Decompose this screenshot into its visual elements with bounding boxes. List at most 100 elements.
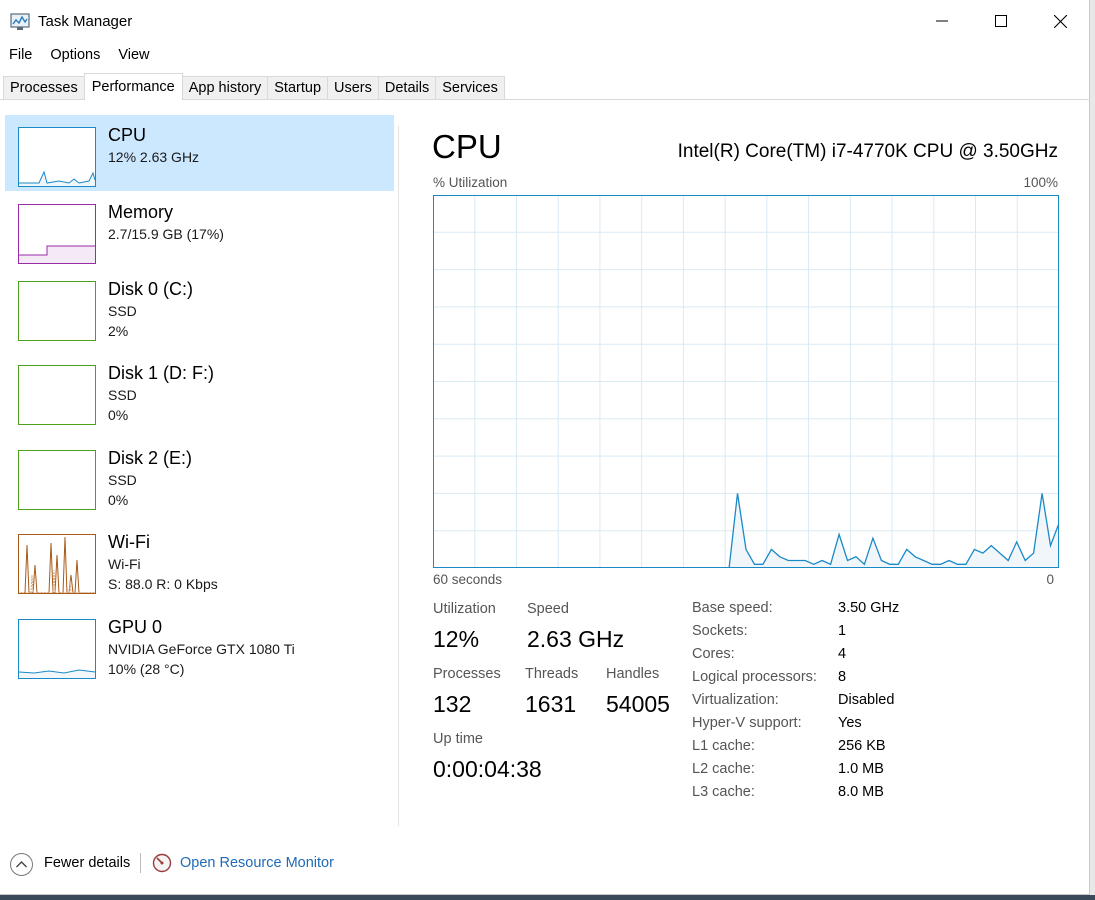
maximize-icon: [995, 15, 1007, 27]
sidebar-item-detail: 2%: [108, 323, 129, 339]
spec-row-l1-cache: L1 cache: 256 KB: [692, 738, 992, 761]
sidebar-item-type: NVIDIA GeForce GTX 1080 Ti: [108, 641, 295, 657]
sidebar-item-type: SSD: [108, 472, 137, 488]
menu-view[interactable]: View: [109, 44, 158, 66]
spec-row-logical-processors: Logical processors: 8: [692, 669, 992, 692]
sidebar-item-detail: 0%: [108, 407, 129, 423]
spec-key: Hyper-V support:: [692, 715, 802, 731]
page-title: CPU: [432, 128, 502, 165]
sidebar-item-memory[interactable]: Memory 2.7/15.9 GB (17%): [5, 192, 394, 268]
tab-services[interactable]: Services: [435, 76, 505, 100]
spec-key: Sockets:: [692, 623, 748, 639]
spec-row-cores: Cores: 4: [692, 646, 992, 669]
menu-file[interactable]: File: [0, 44, 41, 66]
threads-label: Threads: [525, 666, 579, 682]
spec-key: Virtualization:: [692, 692, 779, 708]
spec-row-sockets: Sockets: 1: [692, 623, 992, 646]
threads-value: 1631: [525, 691, 577, 717]
spec-value: 256 KB: [838, 738, 886, 754]
spec-key: L3 cache:: [692, 784, 755, 800]
sidebar-item-label: GPU 0: [108, 617, 163, 637]
gpu-thumbnail-graph: [18, 619, 96, 679]
memory-mini-graph: [19, 245, 95, 263]
spec-row-l3-cache: L3 cache: 8.0 MB: [692, 784, 992, 807]
minimize-button[interactable]: [913, 0, 971, 42]
uptime-value: 0:00:04:38: [433, 756, 542, 782]
spec-value: 8: [838, 669, 847, 685]
sidebar-item-type: SSD: [108, 303, 137, 319]
sidebar-item-detail: S: 88.0 R: 0 Kbps: [108, 576, 218, 592]
gpu-mini-graph: [19, 669, 95, 678]
menu-options[interactable]: Options: [41, 44, 109, 66]
desktop-edge-right: [1090, 0, 1095, 900]
sidebar-divider: [398, 126, 399, 826]
spec-row-hyper-v: Hyper-V support: Yes: [692, 715, 992, 738]
resource-sidebar: CPU 12% 2.63 GHz Memory 2.7/15.9 GB (17%…: [0, 100, 400, 830]
sidebar-item-detail: 12% 2.63 GHz: [108, 149, 200, 165]
disk-2-thumbnail-graph: [18, 450, 96, 510]
close-icon: [1053, 14, 1067, 28]
tab-performance[interactable]: Performance: [83, 73, 183, 100]
minimize-icon: [936, 20, 948, 22]
window-title: Task Manager: [38, 13, 133, 30]
sidebar-item-disk-0[interactable]: Disk 0 (C:) SSD 2%: [5, 269, 394, 345]
fewer-details-link[interactable]: Fewer details: [44, 855, 130, 871]
spec-key: Base speed:: [692, 600, 773, 616]
tab-processes[interactable]: Processes: [3, 76, 85, 100]
cpu-thumbnail-graph: [18, 127, 96, 187]
footer-bar: Fewer details Open Resource Monitor: [0, 840, 1090, 890]
graph-y-axis-label: % Utilization: [433, 175, 508, 190]
task-manager-window: Task Manager File Options View Processes…: [0, 0, 1090, 895]
uptime-label: Up time: [433, 731, 483, 747]
sidebar-item-gpu-0[interactable]: GPU 0 NVIDIA GeForce GTX 1080 Ti 10% (28…: [5, 607, 394, 683]
spec-key: L2 cache:: [692, 761, 755, 777]
processes-value: 132: [433, 691, 472, 717]
graph-y-max-label: 100%: [1023, 175, 1058, 190]
spec-key: L1 cache:: [692, 738, 755, 754]
sidebar-item-wifi[interactable]: Wi-Fi Wi-Fi S: 88.0 R: 0 Kbps: [5, 522, 394, 598]
sidebar-item-detail: 0%: [108, 492, 129, 508]
wifi-mini-graph: [19, 536, 95, 593]
sidebar-item-label: Disk 1 (D: F:): [108, 363, 214, 383]
disk-0-thumbnail-graph: [18, 281, 96, 341]
collapse-chevron-icon[interactable]: [9, 852, 34, 877]
memory-thumbnail-graph: [18, 204, 96, 264]
sidebar-item-cpu[interactable]: CPU 12% 2.63 GHz: [5, 115, 394, 191]
close-button[interactable]: [1031, 0, 1089, 42]
resource-monitor-icon: [152, 853, 172, 873]
sidebar-item-detail: 10% (28 °C): [108, 661, 185, 677]
footer-separator: [140, 853, 141, 873]
spec-value: 3.50 GHz: [838, 600, 900, 616]
spec-value: Disabled: [838, 692, 895, 708]
handles-label: Handles: [606, 666, 660, 682]
speed-value: 2.63 GHz: [527, 626, 625, 652]
spec-value: 8.0 MB: [838, 784, 884, 800]
graph-x-axis-left-label: 60 seconds: [433, 572, 503, 587]
sidebar-item-detail: 2.7/15.9 GB (17%): [108, 226, 224, 242]
utilization-value: 12%: [433, 626, 480, 652]
task-manager-app-icon: [10, 13, 30, 30]
sidebar-item-label: Disk 0 (C:): [108, 279, 193, 299]
spec-value: 4: [838, 646, 847, 662]
tab-startup[interactable]: Startup: [267, 76, 329, 100]
sidebar-item-disk-1[interactable]: Disk 1 (D: F:) SSD 0%: [5, 353, 394, 429]
wifi-thumbnail-graph: [18, 534, 96, 594]
title-bar[interactable]: Task Manager: [0, 0, 1090, 42]
spec-key: Cores:: [692, 646, 735, 662]
spec-key: Logical processors:: [692, 669, 817, 685]
open-resource-monitor-link[interactable]: Open Resource Monitor: [180, 855, 334, 871]
cpu-model-name: Intel(R) Core(TM) i7-4770K CPU @ 3.50GHz: [677, 141, 1058, 162]
graph-x-axis-right-label: 0: [1046, 572, 1054, 587]
tab-users[interactable]: Users: [327, 76, 379, 100]
sidebar-item-disk-2[interactable]: Disk 2 (E:) SSD 0%: [5, 438, 394, 514]
spec-value: 1: [838, 623, 847, 639]
cpu-utilization-graph: [433, 195, 1059, 568]
tab-details[interactable]: Details: [377, 76, 437, 100]
disk-1-thumbnail-graph: [18, 365, 96, 425]
processes-label: Processes: [433, 666, 501, 682]
maximize-button[interactable]: [972, 0, 1030, 42]
menu-bar: File Options View: [0, 44, 159, 66]
utilization-label: Utilization: [433, 601, 496, 617]
sidebar-item-type: Wi-Fi: [108, 556, 141, 572]
tab-app-history[interactable]: App history: [181, 76, 269, 100]
